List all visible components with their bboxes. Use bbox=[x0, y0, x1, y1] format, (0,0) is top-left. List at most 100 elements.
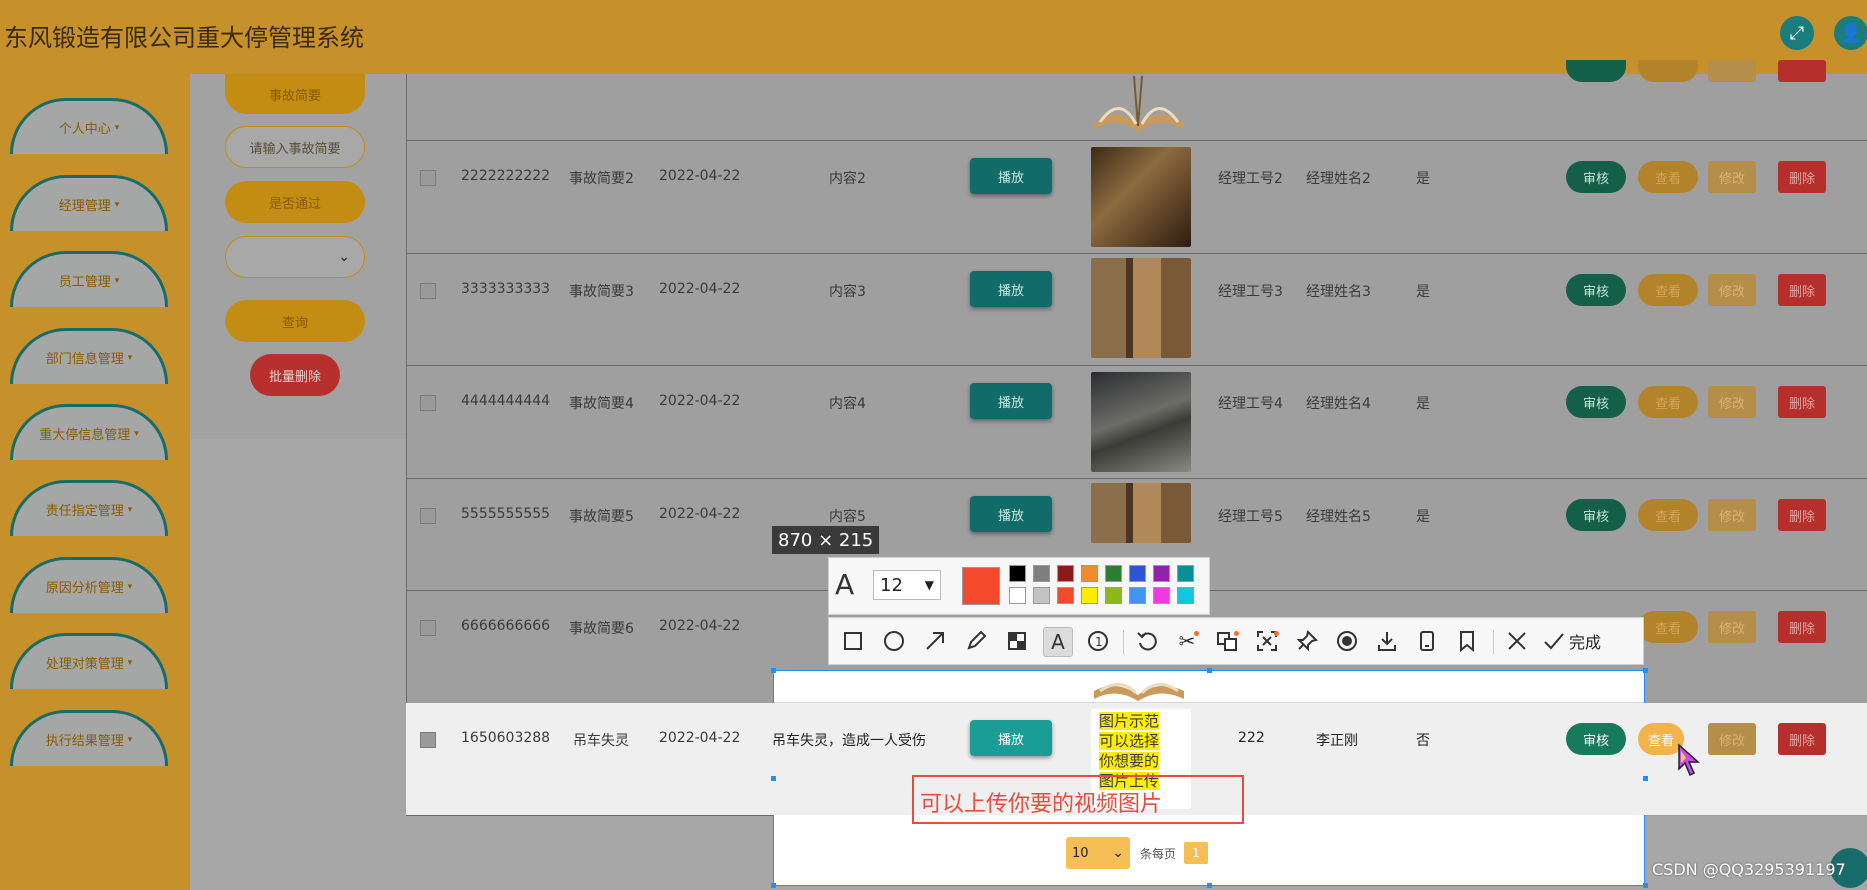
color-swatch[interactable] bbox=[1057, 587, 1074, 604]
play-button[interactable]: 播放 bbox=[970, 496, 1052, 532]
color-swatch[interactable] bbox=[1033, 565, 1050, 582]
chevron-down-icon: ⌄ bbox=[1112, 845, 1124, 861]
edit-button[interactable]: 修改 bbox=[1708, 611, 1756, 643]
row-checkbox[interactable] bbox=[420, 283, 436, 299]
edit-button[interactable]: 修改 bbox=[1708, 386, 1756, 418]
edit-button[interactable]: 修改 bbox=[1708, 723, 1756, 755]
row-checkbox[interactable] bbox=[420, 732, 436, 748]
resize-handle[interactable] bbox=[771, 668, 776, 673]
query-button[interactable]: 查询 bbox=[225, 300, 365, 342]
delete-button[interactable]: 删除 bbox=[1778, 161, 1826, 193]
row-checkbox[interactable] bbox=[420, 620, 436, 636]
audit-button[interactable]: 审核 bbox=[1566, 723, 1626, 755]
row-manager-no: 222 bbox=[1238, 730, 1265, 746]
view-button[interactable]: 查看 bbox=[1638, 611, 1698, 643]
view-button[interactable] bbox=[1638, 60, 1698, 82]
row-divider bbox=[406, 815, 773, 816]
text-tool-icon[interactable]: A bbox=[1043, 627, 1073, 657]
play-button[interactable]: 播放 bbox=[970, 271, 1052, 307]
color-swatch[interactable] bbox=[1009, 565, 1026, 582]
audit-button[interactable]: 审核 bbox=[1566, 274, 1626, 306]
row-checkbox[interactable] bbox=[420, 395, 436, 411]
color-swatch[interactable] bbox=[1009, 587, 1026, 604]
delete-button[interactable]: 删除 bbox=[1778, 274, 1826, 306]
rectangle-icon[interactable] bbox=[839, 627, 867, 655]
row-date: 2022-04-22 bbox=[659, 618, 741, 634]
row-id: 2222222222 bbox=[461, 168, 551, 184]
user-icon[interactable]: 👤 bbox=[1834, 16, 1867, 50]
color-swatch[interactable] bbox=[1105, 565, 1122, 582]
current-color-swatch[interactable] bbox=[962, 567, 1000, 605]
row-manager-name: 经理姓名5 bbox=[1306, 509, 1371, 525]
resize-handle[interactable] bbox=[1643, 776, 1648, 781]
view-button[interactable]: 查看 bbox=[1638, 161, 1698, 193]
resize-handle[interactable] bbox=[1207, 883, 1212, 888]
font-size-select[interactable]: 12 ▼ bbox=[873, 570, 941, 600]
resize-handle[interactable] bbox=[1207, 668, 1212, 673]
bookmark-icon[interactable] bbox=[1453, 627, 1481, 655]
color-swatch[interactable] bbox=[1177, 565, 1194, 582]
color-swatch[interactable] bbox=[1057, 565, 1074, 582]
color-swatch[interactable] bbox=[1081, 587, 1098, 604]
edit-button[interactable]: 修改 bbox=[1708, 499, 1756, 531]
resize-handle[interactable] bbox=[771, 883, 776, 888]
pin-icon[interactable] bbox=[1293, 627, 1321, 655]
view-button[interactable]: 查看 bbox=[1638, 386, 1698, 418]
done-button[interactable]: 完成 bbox=[1543, 627, 1601, 655]
row-passed: 是 bbox=[1416, 171, 1430, 187]
pencil-icon[interactable] bbox=[962, 627, 990, 655]
delete-button[interactable]: 删除 bbox=[1778, 611, 1826, 643]
view-button[interactable]: 查看 bbox=[1638, 499, 1698, 531]
color-swatch[interactable] bbox=[1129, 587, 1146, 604]
row-id: 3333333333 bbox=[461, 281, 551, 297]
color-swatch[interactable] bbox=[1177, 587, 1194, 604]
undo-icon[interactable] bbox=[1133, 627, 1161, 655]
mosaic-icon[interactable] bbox=[1003, 627, 1031, 655]
translate-icon[interactable] bbox=[1213, 627, 1241, 655]
delete-button[interactable]: 删除 bbox=[1778, 386, 1826, 418]
edit-button[interactable]: 修改 bbox=[1708, 161, 1756, 193]
arrow-icon[interactable] bbox=[921, 627, 949, 655]
audit-button[interactable]: 审核 bbox=[1566, 386, 1626, 418]
delete-button[interactable]: 删除 bbox=[1778, 499, 1826, 531]
row-checkbox[interactable] bbox=[420, 170, 436, 186]
book-thumbnail bbox=[1091, 258, 1191, 358]
number-marker-icon[interactable]: 1 bbox=[1084, 627, 1112, 655]
download-icon[interactable] bbox=[1373, 627, 1401, 655]
resize-handle[interactable] bbox=[771, 776, 776, 781]
summary-search-input[interactable]: 请输入事故简要 bbox=[225, 126, 365, 168]
page-size-select[interactable]: 10 ⌄ bbox=[1066, 837, 1130, 869]
color-swatch[interactable] bbox=[1129, 565, 1146, 582]
play-button[interactable]: 播放 bbox=[970, 158, 1052, 194]
color-swatch[interactable] bbox=[1153, 587, 1170, 604]
batch-delete-button[interactable]: 批量删除 bbox=[250, 354, 340, 396]
play-button[interactable]: 播放 bbox=[970, 720, 1052, 756]
color-swatch[interactable] bbox=[1153, 565, 1170, 582]
resize-handle[interactable] bbox=[1643, 668, 1648, 673]
audit-button[interactable]: 审核 bbox=[1566, 499, 1626, 531]
delete-button[interactable] bbox=[1778, 60, 1826, 82]
edit-button[interactable]: 修改 bbox=[1708, 274, 1756, 306]
scissors-icon[interactable]: ✂ bbox=[1173, 627, 1201, 655]
audit-button[interactable] bbox=[1566, 60, 1626, 82]
delete-button[interactable]: 删除 bbox=[1778, 723, 1826, 755]
record-icon[interactable] bbox=[1333, 627, 1361, 655]
check-icon bbox=[1544, 633, 1564, 650]
row-checkbox[interactable] bbox=[420, 508, 436, 524]
color-swatch[interactable] bbox=[1105, 587, 1122, 604]
passed-select[interactable]: ⌄ bbox=[225, 236, 365, 278]
view-button[interactable]: 查看 bbox=[1638, 274, 1698, 306]
ellipse-icon[interactable] bbox=[880, 627, 908, 655]
play-button[interactable]: 播放 bbox=[970, 383, 1052, 419]
color-swatch[interactable] bbox=[1081, 565, 1098, 582]
edit-button[interactable] bbox=[1708, 60, 1756, 82]
resize-handle[interactable] bbox=[1643, 883, 1648, 888]
row-content: 内容5 bbox=[829, 509, 866, 525]
phone-icon[interactable] bbox=[1413, 627, 1441, 655]
color-swatch[interactable] bbox=[1033, 587, 1050, 604]
close-icon[interactable] bbox=[1503, 627, 1531, 655]
audit-button[interactable]: 审核 bbox=[1566, 161, 1626, 193]
fullscreen-icon[interactable]: ⤢ bbox=[1780, 16, 1814, 50]
page-number-current[interactable]: 1 bbox=[1184, 842, 1208, 864]
ocr-icon[interactable] bbox=[1253, 627, 1281, 655]
